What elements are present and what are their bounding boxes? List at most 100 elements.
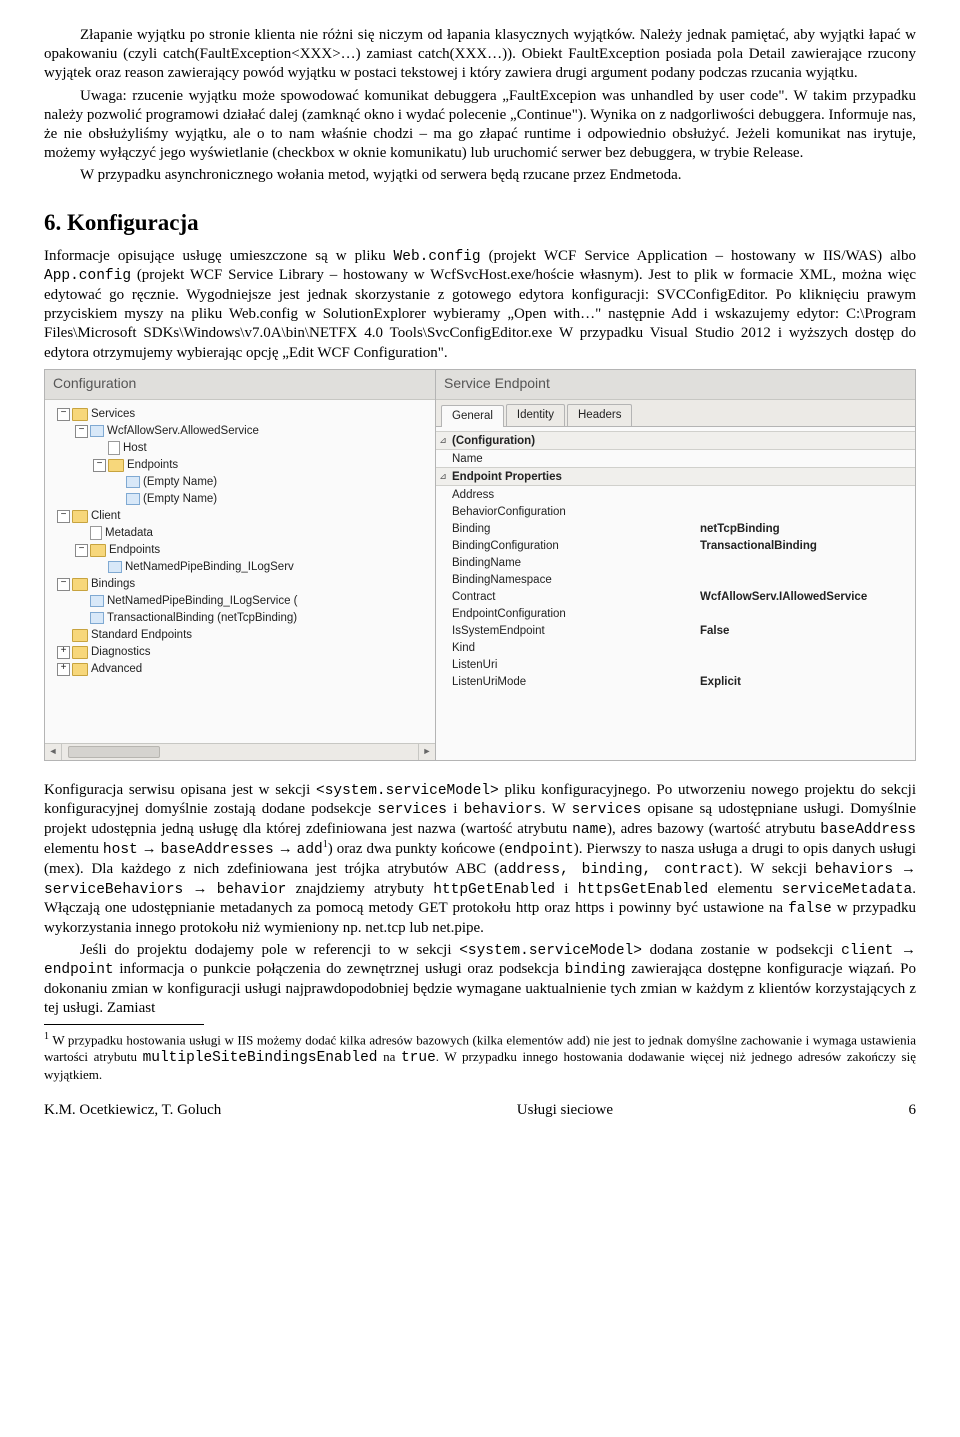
collapse-icon[interactable]: −: [93, 459, 106, 472]
txt: Jeśli do projektu dodajemy pole w refere…: [80, 942, 459, 958]
footnote-rule: [44, 1024, 204, 1025]
tree-item-label: Client: [91, 509, 120, 524]
node-icon: [90, 425, 104, 437]
para-exception-1: Złapanie wyjątku po stronie klienta nie …: [44, 26, 916, 84]
configuration-title: Configuration: [45, 370, 435, 400]
folder-icon: [72, 408, 88, 421]
para-config-intro: Informacje opisujące usługę umieszczone …: [44, 247, 916, 363]
tree-item[interactable]: (Empty Name): [49, 474, 435, 491]
property-row[interactable]: Name: [436, 450, 915, 467]
code: false: [788, 901, 832, 917]
code: services: [377, 802, 447, 818]
property-category: ⊿Endpoint Properties: [436, 467, 915, 486]
tree-item[interactable]: −Bindings: [49, 576, 435, 593]
folder-icon: [72, 578, 88, 591]
collapse-icon[interactable]: −: [57, 510, 70, 523]
tree-item[interactable]: NetNamedPipeBinding_ILogService (: [49, 593, 435, 610]
tree-item[interactable]: −Endpoints: [49, 542, 435, 559]
property-value[interactable]: Explicit: [700, 675, 915, 690]
property-row[interactable]: ListenUri: [436, 656, 915, 673]
scroll-track[interactable]: [62, 744, 418, 760]
property-value[interactable]: TransactionalBinding: [700, 539, 915, 554]
tree-item[interactable]: NetNamedPipeBinding_ILogServ: [49, 559, 435, 576]
collapse-icon[interactable]: −: [57, 408, 70, 421]
code: <system.serviceModel>: [316, 783, 499, 799]
node-icon: [90, 612, 104, 624]
tree-item-label: (Empty Name): [143, 475, 217, 490]
service-endpoint-title: Service Endpoint: [436, 370, 915, 400]
tree-item[interactable]: −Services: [49, 406, 435, 423]
para-exception-3: W przypadku asynchronicznego wołania met…: [44, 166, 916, 185]
property-row[interactable]: BindingName: [436, 554, 915, 571]
property-name: Name: [450, 452, 700, 467]
tree-item[interactable]: −WcfAllowServ.AllowedService: [49, 423, 435, 440]
tree-item[interactable]: −Endpoints: [49, 457, 435, 474]
property-row[interactable]: BehaviorConfiguration: [436, 503, 915, 520]
expand-icon[interactable]: +: [57, 663, 70, 676]
footer-page-number: 6: [908, 1101, 916, 1120]
property-grid[interactable]: ⊿(Configuration)Name⊿Endpoint Properties…: [436, 427, 915, 759]
collapse-icon[interactable]: −: [75, 425, 88, 438]
property-name: BindingName: [450, 556, 700, 571]
config-tree[interactable]: −Services−WcfAllowServ.AllowedServiceHos…: [45, 400, 435, 743]
code: client: [841, 943, 893, 959]
txt: znajdziemy atrybuty: [286, 881, 433, 897]
scroll-thumb[interactable]: [68, 746, 160, 758]
property-value[interactable]: False: [700, 624, 915, 639]
collapse-icon[interactable]: −: [57, 578, 70, 591]
tree-item-label: TransactionalBinding (netTcpBinding): [107, 611, 297, 626]
txt: (projekt WCF Service Application – hosto…: [481, 248, 916, 264]
scroll-right-arrow[interactable]: ►: [418, 744, 435, 760]
footer-authors: K.M. Ocetkiewicz, T. Goluch: [44, 1101, 221, 1120]
code: name: [572, 822, 607, 838]
tree-item[interactable]: +Advanced: [49, 661, 435, 678]
collapse-icon[interactable]: −: [75, 544, 88, 557]
code: host: [103, 842, 138, 858]
property-value[interactable]: WcfAllowServ.IAllowedService: [700, 590, 915, 605]
property-row[interactable]: IsSystemEndpointFalse: [436, 622, 915, 639]
tree-item[interactable]: Metadata: [49, 525, 435, 542]
property-name: ListenUri: [450, 658, 700, 673]
code: behavior: [217, 882, 287, 898]
code: httpsGetEnabled: [578, 882, 709, 898]
code: address, binding, contract: [499, 862, 734, 878]
property-row[interactable]: EndpointConfiguration: [436, 605, 915, 622]
property-row[interactable]: BindingConfigurationTransactionalBinding: [436, 537, 915, 554]
node-icon: [108, 561, 122, 573]
code-app-config: App.config: [44, 268, 131, 284]
tab-general[interactable]: General: [441, 405, 504, 428]
property-row[interactable]: Address: [436, 486, 915, 503]
txt: i: [555, 881, 578, 897]
tab-identity[interactable]: Identity: [506, 404, 565, 427]
code: baseAddress: [820, 822, 916, 838]
tree-item[interactable]: +Diagnostics: [49, 644, 435, 661]
property-row[interactable]: BindingnetTcpBinding: [436, 520, 915, 537]
folder-icon: [72, 510, 88, 523]
tree-item-label: NetNamedPipeBinding_ILogServ: [125, 560, 294, 575]
tree-item-label: Standard Endpoints: [91, 628, 192, 643]
tree-item[interactable]: TransactionalBinding (netTcpBinding): [49, 610, 435, 627]
property-row[interactable]: ContractWcfAllowServ.IAllowedService: [436, 588, 915, 605]
node-icon: [126, 476, 140, 488]
horizontal-scrollbar[interactable]: ◄ ►: [45, 743, 435, 760]
tree-item[interactable]: Host: [49, 440, 435, 457]
property-value[interactable]: netTcpBinding: [700, 522, 915, 537]
tab-headers[interactable]: Headers: [567, 404, 632, 427]
expand-icon[interactable]: +: [57, 646, 70, 659]
property-name: Kind: [450, 641, 700, 656]
property-row[interactable]: BindingNamespace: [436, 571, 915, 588]
para-servicemodel: Konfiguracja serwisu opisana jest w sekc…: [44, 781, 916, 938]
tree-item[interactable]: − Client: [49, 508, 435, 525]
collapse-icon[interactable]: ⊿: [436, 435, 450, 447]
svcconfigeditor-screenshot: Configuration −Services−WcfAllowServ.All…: [44, 369, 916, 761]
txt: Informacje opisujące usługę umieszczone …: [44, 248, 394, 264]
tree-item[interactable]: Standard Endpoints: [49, 627, 435, 644]
tree-item[interactable]: (Empty Name): [49, 491, 435, 508]
heading-konfiguracja: 6. Konfiguracja: [44, 208, 916, 237]
tree-item-label: Host: [123, 441, 147, 456]
property-row[interactable]: Kind: [436, 639, 915, 656]
collapse-icon[interactable]: ⊿: [436, 471, 450, 483]
property-row[interactable]: ListenUriModeExplicit: [436, 673, 915, 690]
configuration-pane: Configuration −Services−WcfAllowServ.All…: [45, 370, 436, 760]
scroll-left-arrow[interactable]: ◄: [45, 744, 62, 760]
